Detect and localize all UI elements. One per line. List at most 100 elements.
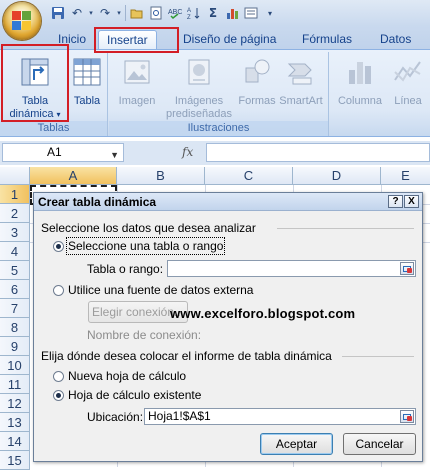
location-field-value: Hoja1!$A$1 — [148, 409, 211, 423]
row-header[interactable]: 14 — [0, 432, 30, 451]
line-chart-icon — [394, 61, 421, 82]
row-header[interactable]: 10 — [0, 356, 30, 375]
create-pivot-table-dialog: Crear tabla dinámica ? X Seleccione los … — [33, 192, 423, 462]
row-header[interactable]: 9 — [0, 337, 30, 356]
formula-input[interactable] — [206, 143, 430, 162]
option-existing-sheet-label: Hoja de cálculo existente — [68, 388, 202, 402]
column-header-e[interactable]: E — [381, 167, 430, 185]
shapes-label: Formas — [238, 95, 276, 107]
smartart-label: SmartArt — [279, 95, 323, 107]
redo-icon[interactable]: ↷ — [97, 5, 113, 21]
column-chart-button[interactable]: Columna — [336, 56, 384, 108]
ribbon: Tabla dinámica ▾ Tabla Tablas Imagen Imá… — [0, 49, 430, 137]
row-header[interactable]: 12 — [0, 394, 30, 413]
location-picker-icon[interactable] — [400, 410, 414, 423]
dialog-title-bar[interactable]: Crear tabla dinámica ? X — [34, 193, 422, 211]
row-header[interactable]: 4 — [0, 242, 30, 261]
cancel-button[interactable]: Cancelar — [343, 433, 416, 455]
open-icon[interactable] — [129, 5, 145, 21]
shapes-button[interactable]: Formas — [237, 56, 277, 108]
row-header[interactable]: 5 — [0, 261, 30, 280]
smartart-icon — [287, 63, 312, 85]
option-table-range[interactable]: Seleccione una tabla o rango — [53, 237, 226, 255]
group-ilustraciones: Imagen Imágenes prediseñadas Formas Smar… — [109, 52, 329, 136]
formula-bar: A1 ▼ fx — [0, 141, 430, 165]
pivot-table-icon — [21, 58, 49, 86]
print-preview-icon[interactable] — [148, 5, 164, 21]
group-label-ilustraciones: Ilustraciones — [109, 121, 328, 136]
line-chart-button[interactable]: Línea — [388, 56, 428, 108]
radio-existing-sheet[interactable] — [53, 389, 64, 401]
undo-icon[interactable]: ↶ — [69, 5, 85, 21]
radio-external-source[interactable] — [53, 284, 64, 296]
group-tablas: Tabla dinámica ▾ Tabla Tablas — [0, 52, 108, 136]
row-header[interactable]: 3 — [0, 223, 30, 242]
sort-asc-icon[interactable]: AZ — [186, 5, 202, 21]
range-field[interactable] — [167, 260, 416, 277]
office-button[interactable] — [3, 2, 41, 40]
save-icon[interactable] — [50, 5, 66, 21]
line-chart-label: Línea — [394, 95, 422, 107]
row-header[interactable]: 2 — [0, 204, 30, 223]
tab-diseno-de-pagina[interactable]: Diseño de página — [183, 30, 276, 50]
section-location-label: Elija dónde desea colocar el informe de … — [41, 349, 332, 363]
option-existing-sheet[interactable]: Hoja de cálculo existente — [53, 388, 201, 402]
section-data-label: Seleccione los datos que desea analizar — [41, 221, 256, 235]
range-picker-icon[interactable] — [400, 262, 414, 275]
help-button[interactable]: ? — [388, 195, 403, 208]
column-header-c[interactable]: C — [205, 167, 293, 185]
chevron-down-icon[interactable]: ▼ — [110, 147, 119, 164]
pivot-table-button[interactable]: Tabla dinámica ▾ — [4, 56, 66, 121]
office-logo-icon — [12, 11, 32, 31]
column-header-a[interactable]: A — [30, 167, 117, 185]
chevron-down-icon: ▾ — [56, 110, 61, 119]
clipart-icon — [188, 59, 210, 85]
shapes-icon — [245, 59, 270, 83]
spelling-icon[interactable]: ABC — [167, 5, 183, 21]
option-external-source[interactable]: Utilice una fuente de datos externa — [53, 283, 253, 297]
column-header-d[interactable]: D — [293, 167, 381, 185]
close-button[interactable]: X — [404, 195, 419, 208]
image-label: Imagen — [118, 95, 156, 107]
location-label: Ubicación: — [87, 410, 144, 424]
row-header[interactable]: 7 — [0, 299, 30, 318]
row-header[interactable]: 11 — [0, 375, 30, 394]
row-header[interactable]: 8 — [0, 318, 30, 337]
tab-datos[interactable]: Datos — [380, 30, 411, 50]
location-field[interactable]: Hoja1!$A$1 — [144, 408, 416, 425]
insert-function-icon[interactable]: fx — [182, 145, 193, 159]
chart-icon[interactable] — [224, 5, 240, 21]
option-new-sheet[interactable]: Nueva hoja de cálculo — [53, 369, 186, 383]
undo-dropdown-icon[interactable]: ▾ — [88, 5, 94, 21]
redo-dropdown-icon[interactable]: ▾ — [116, 5, 122, 21]
row-header[interactable]: 6 — [0, 280, 30, 299]
ok-button[interactable]: Aceptar — [260, 433, 333, 455]
radio-new-sheet[interactable] — [53, 370, 64, 382]
tab-formulas[interactable]: Fórmulas — [302, 30, 352, 50]
pivot-table-label-line1: Tabla — [21, 95, 49, 107]
group-graficos: Columna Línea — [330, 52, 430, 136]
tab-inicio[interactable]: Inicio — [58, 30, 86, 50]
autosum-icon[interactable]: Σ — [205, 5, 221, 21]
name-box[interactable]: A1 ▼ — [2, 143, 124, 162]
image-button[interactable]: Imagen — [115, 56, 159, 108]
tab-insertar[interactable]: Insertar — [98, 30, 157, 50]
option-external-source-label: Utilice una fuente de datos externa — [68, 283, 254, 297]
svg-text:Z: Z — [187, 15, 191, 20]
row-header[interactable]: 1 — [0, 185, 30, 204]
table-icon — [73, 58, 101, 86]
table-button[interactable]: Tabla — [70, 56, 104, 108]
select-all-corner[interactable] — [0, 167, 30, 185]
watermark-text: www.excelforo.blogspot.com — [170, 306, 356, 321]
row-header[interactable]: 15 — [0, 451, 30, 470]
row-header[interactable]: 13 — [0, 413, 30, 432]
clipart-button[interactable]: Imágenes prediseñadas — [165, 56, 233, 121]
smartart-button[interactable]: SmartArt — [277, 56, 325, 108]
radio-table-range[interactable] — [53, 240, 64, 252]
form-icon[interactable] — [243, 5, 259, 21]
ribbon-tab-bar: Inicio Insertar Diseño de página Fórmula… — [0, 26, 430, 50]
column-header-b[interactable]: B — [117, 167, 205, 185]
clipart-label-line1: Imágenes — [174, 95, 224, 107]
customize-toolbar-icon[interactable]: ▾ — [262, 5, 278, 21]
section-divider — [277, 228, 414, 229]
